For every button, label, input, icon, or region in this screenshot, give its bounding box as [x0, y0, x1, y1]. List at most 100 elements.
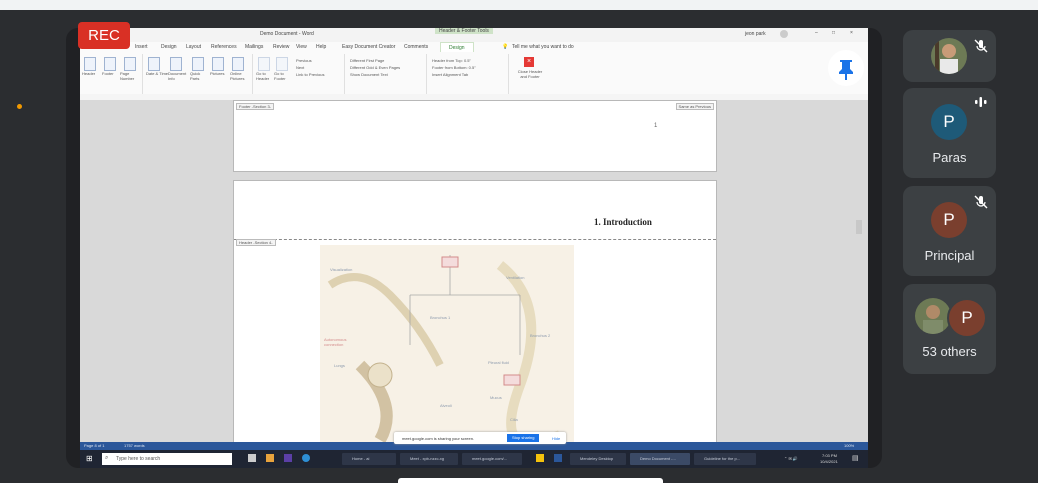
- insert-alignment-tab-button[interactable]: Insert Alignment Tab: [432, 72, 468, 77]
- tab-insert[interactable]: Insert: [135, 44, 148, 50]
- footer-button[interactable]: Footer: [102, 71, 114, 76]
- pictures-button[interactable]: Pictures: [210, 71, 230, 76]
- vertical-scrollbar[interactable]: [856, 220, 862, 234]
- different-odd-even-checkbox[interactable]: Different Odd & Even Pages: [350, 65, 400, 70]
- participant-tile-paras[interactable]: P Paras: [903, 88, 996, 178]
- page-previous: Footer -Section 3- Same as Previous 1: [233, 100, 717, 172]
- close-header-footer-button[interactable]: Close Header and Footer: [514, 69, 546, 79]
- ribbon-tabs: Insert Design Layout References Mailings…: [80, 42, 868, 53]
- word-window: Demo Document - Word Header & Footer Too…: [80, 28, 868, 468]
- taskbar-app[interactable]: meet.google.com/...: [462, 453, 522, 465]
- sticky-notes-icon[interactable]: [536, 454, 544, 462]
- go-to-footer-button[interactable]: Go to Footer: [274, 71, 292, 81]
- diagram-label: Bronchus 2: [530, 333, 551, 338]
- tab-help[interactable]: Help: [316, 44, 326, 50]
- tab-layout[interactable]: Layout: [186, 44, 201, 50]
- show-document-text-checkbox[interactable]: Show Document Text: [350, 72, 388, 77]
- taskbar-app[interactable]: Home - ai: [342, 453, 396, 465]
- notifications-icon[interactable]: ▤: [852, 454, 859, 462]
- word-count[interactable]: 1757 words: [124, 443, 145, 448]
- online-pictures-button[interactable]: Online Pictures: [230, 71, 250, 81]
- participant-photo: [931, 38, 967, 74]
- hide-button[interactable]: Hide: [552, 436, 560, 441]
- recording-badge: REC: [78, 22, 130, 49]
- tab-references[interactable]: References: [211, 44, 237, 50]
- footer-section-tag: Footer -Section 3-: [236, 103, 275, 110]
- quick-parts-button[interactable]: Quick Parts: [190, 71, 210, 81]
- taskbar-app[interactable]: Guideline for the p...: [694, 453, 756, 465]
- mic-off-icon: [974, 39, 988, 53]
- tab-mailings[interactable]: Mailings: [245, 44, 263, 50]
- word-icon[interactable]: [554, 454, 562, 462]
- taskbar-search[interactable]: ⌕ Type here to search: [102, 453, 232, 465]
- contextual-tab: Header & Footer Tools: [435, 28, 493, 34]
- zoom-level[interactable]: 100%: [844, 443, 854, 448]
- close-header-footer-icon[interactable]: ×: [524, 57, 534, 67]
- next-button[interactable]: Next: [296, 65, 304, 70]
- windows-start-icon[interactable]: ⊞: [86, 454, 93, 463]
- footer-button-icon[interactable]: [104, 57, 116, 71]
- tab-view[interactable]: View: [296, 44, 307, 50]
- tab-easy-document-creator[interactable]: Easy Document Creator: [342, 44, 395, 50]
- teams-icon[interactable]: [284, 454, 292, 462]
- document-info-button[interactable]: Document Info: [168, 71, 190, 81]
- tab-design[interactable]: Design: [161, 44, 177, 50]
- page-count[interactable]: Page 8 of 1: [84, 443, 104, 448]
- participant-tile-self[interactable]: [903, 30, 996, 82]
- header-from-top-field[interactable]: Header from Top: 0.5": [432, 58, 471, 63]
- diagram-label: Autonomous connection: [324, 337, 347, 347]
- participant-tile-principal[interactable]: P Principal: [903, 186, 996, 276]
- page-number-button-icon[interactable]: [124, 57, 136, 71]
- tell-me-input[interactable]: Tell me what you want to do: [512, 44, 574, 50]
- diagram-label: Alveoli: [440, 403, 452, 408]
- clock-date[interactable]: 10/4/2021: [820, 459, 838, 464]
- previous-button[interactable]: Previous: [296, 58, 312, 63]
- participant-photo: [915, 298, 951, 334]
- header-button-icon[interactable]: [84, 57, 96, 71]
- diagram-label: Visualization: [330, 267, 353, 272]
- quick-parts-icon[interactable]: [192, 57, 204, 71]
- go-to-header-button[interactable]: Go to Header: [256, 71, 274, 81]
- date-time-icon[interactable]: [148, 57, 160, 71]
- participant-avatar: P: [947, 298, 987, 338]
- page-number-button[interactable]: Page Number: [120, 71, 142, 81]
- clock-time[interactable]: 7:03 PM: [822, 453, 837, 458]
- maximize-icon[interactable]: □: [832, 30, 835, 36]
- close-icon[interactable]: ×: [850, 30, 853, 36]
- pin-button[interactable]: [828, 50, 864, 86]
- go-to-header-icon[interactable]: [258, 57, 270, 71]
- taskbar-app[interactable]: Mendeley Desktop: [570, 453, 626, 465]
- user-name: jeon park: [745, 31, 766, 37]
- footer-from-bottom-field[interactable]: Footer from Bottom: 0.5": [432, 65, 476, 70]
- file-explorer-icon[interactable]: [266, 454, 274, 462]
- stop-sharing-button[interactable]: Stop sharing: [507, 434, 540, 442]
- minimize-icon[interactable]: –: [815, 30, 818, 36]
- lung-diagram-image[interactable]: Visualization Ventilation Autonomous con…: [320, 245, 574, 449]
- taskbar-app[interactable]: Demo Document -...: [630, 453, 690, 465]
- link-to-previous-button[interactable]: Link to Previous: [296, 72, 324, 77]
- edge-icon[interactable]: [302, 454, 310, 462]
- go-to-footer-icon[interactable]: [276, 57, 288, 71]
- different-first-page-checkbox[interactable]: Different First Page: [350, 58, 384, 63]
- user-avatar[interactable]: [780, 30, 788, 38]
- diagram-label: Bronchus 1: [430, 315, 451, 320]
- pin-icon: [839, 60, 853, 80]
- document-info-icon[interactable]: [170, 57, 182, 71]
- heading-introduction[interactable]: 1. Introduction: [594, 217, 652, 227]
- taskbar-app[interactable]: Meet - xpb-nzzc-xg: [400, 453, 458, 465]
- page-number-marker: 1: [654, 123, 658, 129]
- diagram-label: Mucus: [490, 395, 502, 400]
- pictures-icon[interactable]: [212, 57, 224, 71]
- online-pictures-icon[interactable]: [232, 57, 244, 71]
- participant-avatar: P: [931, 202, 967, 238]
- task-view-icon[interactable]: [248, 454, 256, 462]
- tab-review[interactable]: Review: [273, 44, 289, 50]
- tab-comments[interactable]: Comments: [404, 44, 428, 50]
- date-time-button[interactable]: Date & Time: [146, 71, 168, 76]
- participant-tile-others[interactable]: P 53 others: [903, 284, 996, 374]
- windows-taskbar: ⊞ ⌕ Type here to search Home - ai Meet -…: [80, 450, 868, 468]
- bottom-toolbar-edge: [398, 478, 663, 483]
- header-button[interactable]: Header: [82, 71, 95, 76]
- system-tray-icons[interactable]: ⌃ ✉ 🔊: [784, 456, 798, 461]
- search-input[interactable]: Type here to search: [116, 456, 160, 462]
